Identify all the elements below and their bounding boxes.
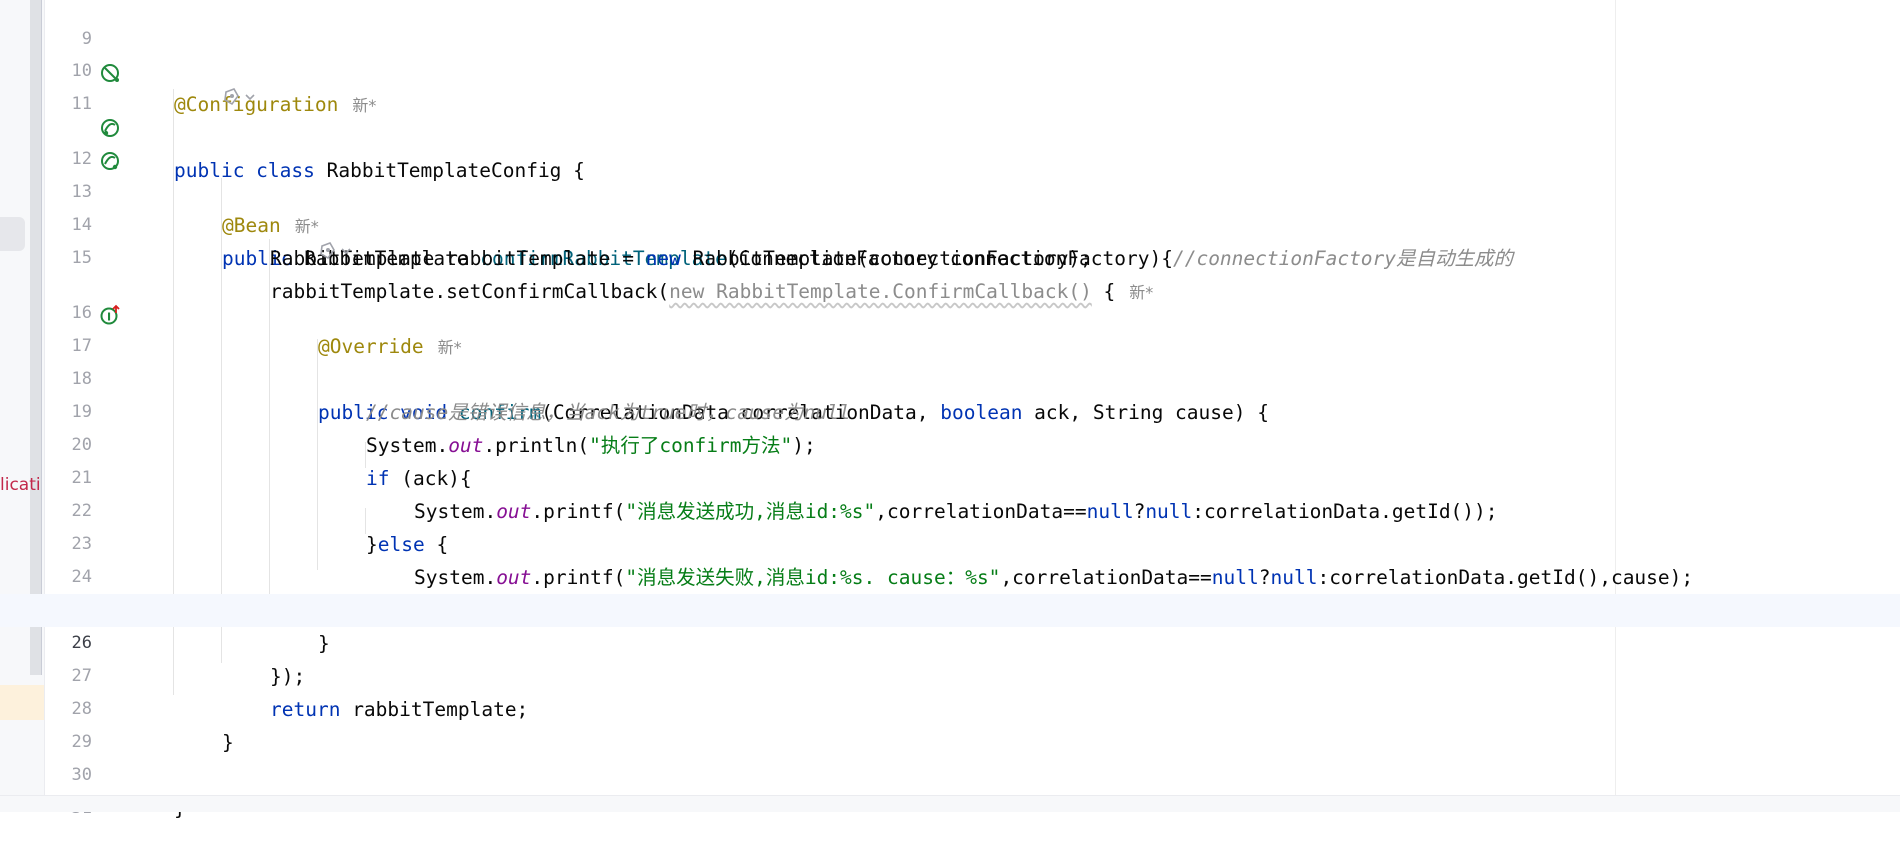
code-line[interactable]: 17 I public void confirm(CorrelationData…	[0, 297, 1900, 424]
code-line[interactable]: 27 return rabbitTemplate;	[0, 627, 1900, 721]
ai-inlay-hint[interactable]	[318, 240, 358, 265]
code-line[interactable]: 25 }	[0, 561, 1900, 655]
bottom-status-strip	[0, 795, 1900, 812]
code-line[interactable]: 12 @Bean 新*	[0, 110, 1900, 237]
code-line-current[interactable]: 26 });	[0, 594, 1900, 688]
code-line[interactable]: 19 System.out.println("执行了confirm方法");	[0, 363, 1900, 457]
code-line[interactable]: 24 }	[0, 528, 1900, 622]
bean-method-icon[interactable]	[99, 117, 121, 139]
code-line[interactable]: 31	[0, 759, 1900, 818]
svg-text:I: I	[107, 311, 111, 324]
ai-sparkle-icon[interactable]	[222, 86, 260, 108]
code-line[interactable]: 23 System.out.printf("消息发送失败,消息id:%s. ca…	[0, 495, 1900, 589]
implements-method-icon[interactable]: I	[99, 304, 121, 326]
code-line[interactable]: 20 if (ack){	[0, 396, 1900, 490]
code-line[interactable]: 28 }	[0, 660, 1900, 754]
bean-producer-icon[interactable]	[99, 150, 121, 172]
code-line[interactable]: 15 rabbitTemplate.setConfirmCallback(new…	[0, 209, 1900, 303]
ai-inlay-hint[interactable]	[222, 86, 262, 111]
code-line[interactable]: 22 }else {	[0, 462, 1900, 556]
code-line[interactable]: 10 @Configuration 新*	[0, 22, 1900, 116]
code-line[interactable]: 30 }	[0, 726, 1900, 820]
code-line[interactable]: 21 System.out.printf("消息发送成功,消息id:%s",co…	[0, 429, 1900, 523]
code-line[interactable]: 13 public RabbitTemplate confirmRabbitTe…	[0, 143, 1900, 270]
code-line[interactable]: 16 @Override 新*	[0, 264, 1900, 358]
code-line[interactable]: 29	[0, 693, 1900, 752]
code-line[interactable]: 11 public class RabbitTemplateConfig {	[0, 55, 1900, 182]
code-line[interactable]: 14 RabbitTemplate rabbitTemplate = new R…	[0, 176, 1900, 270]
code-line[interactable]: 9	[0, 0, 1900, 49]
code-line[interactable]: 18 //cause是错误信息，当ack为true时，cause为null	[0, 330, 1900, 424]
bean-class-icon[interactable]	[99, 62, 121, 84]
ai-sparkle-icon[interactable]	[318, 240, 356, 262]
